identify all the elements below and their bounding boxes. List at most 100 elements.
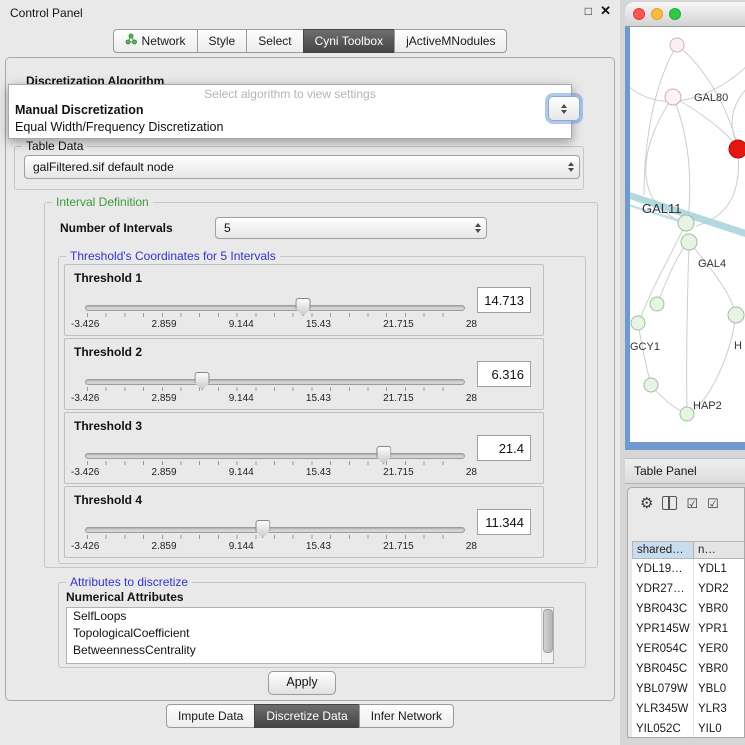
number-of-intervals-label: Number of Intervals [60, 221, 173, 235]
tab-discretize-data[interactable]: Discretize Data [254, 704, 359, 728]
slider-track[interactable] [85, 527, 465, 533]
network-node[interactable] [678, 215, 694, 231]
table-cell: YIL0 [694, 719, 745, 738]
zoom-traffic-light-icon[interactable] [669, 8, 681, 20]
slider-track[interactable] [85, 379, 465, 385]
list-scrollbar[interactable] [541, 608, 553, 663]
gear-icon[interactable]: ⚙ [640, 496, 653, 511]
tick-label: 2.859 [152, 393, 177, 404]
tick-label: 21.715 [383, 541, 414, 552]
tab-label: Cyni Toolbox [315, 30, 383, 52]
tab-label: Select [258, 30, 291, 52]
network-node[interactable] [644, 378, 658, 392]
table-row[interactable]: YDR27…YDR2 [632, 579, 745, 599]
numerical-attributes-label: Numerical Attributes [66, 590, 184, 604]
tab-cyni-toolbox[interactable]: Cyni Toolbox [303, 29, 395, 53]
threshold-slider[interactable]: -3.4262.8599.14415.4321.71528 [85, 445, 463, 481]
table-cell: YBR043C [632, 599, 694, 619]
close-icon[interactable]: ✕ [600, 3, 611, 19]
slider-track[interactable] [85, 453, 465, 459]
table-cell: YER054C [632, 639, 694, 659]
combo-arrows-icon [568, 162, 574, 172]
tick-label: 2.859 [152, 467, 177, 478]
table-data-combo[interactable]: galFiltered.sif default node [24, 155, 580, 179]
select-all-checkbox-icon[interactable]: ☑ [686, 497, 698, 510]
threshold-value-field[interactable] [477, 361, 531, 387]
slider-tick-labels: -3.4262.8599.14415.4321.71528 [71, 393, 477, 404]
tab-style[interactable]: Style [197, 29, 248, 53]
table-row[interactable]: YER054CYER0 [632, 639, 745, 659]
threshold-label: Threshold 1 [74, 271, 142, 285]
column-header-shared-name[interactable]: shared… [632, 541, 694, 559]
threshold-value-field[interactable] [477, 509, 531, 535]
network-canvas[interactable]: GAL80GAL11GAL4GCY1HHAP2 [630, 27, 745, 442]
threshold-panel-3: Threshold 3 -3.4262.8599.14415.4321.7152… [64, 412, 544, 484]
threshold-value-field[interactable] [477, 287, 531, 313]
slider-tickmarks [87, 535, 461, 539]
select-none-checkbox-icon[interactable]: ☑ [707, 497, 719, 510]
numeric-attributes-list[interactable]: SelfLoopsTopologicalCoefficientBetweenne… [66, 607, 554, 664]
threshold-slider[interactable]: -3.4262.8599.14415.4321.71528 [85, 519, 463, 555]
network-node[interactable] [670, 38, 684, 52]
table-row[interactable]: YIL052CYIL0 [632, 719, 745, 738]
tick-label: 28 [466, 467, 477, 478]
popup-option-equal-width-frequency[interactable]: Equal Width/Frequency Discretization [9, 119, 571, 136]
network-view-window[interactable]: GAL80GAL11GAL4GCY1HHAP2 [625, 2, 745, 450]
apply-button[interactable]: Apply [268, 671, 336, 695]
control-panel: Control Panel □ ✕ Network Style [0, 0, 620, 745]
network-node[interactable] [728, 307, 744, 323]
network-node[interactable] [681, 234, 697, 250]
table-toolbar: ⚙ ☑ ☑ [628, 488, 744, 518]
table-row[interactable]: YLR345WYLR3 [632, 699, 745, 719]
screen: Control Panel □ ✕ Network Style [0, 0, 745, 745]
column-header-name[interactable]: n… [694, 541, 745, 559]
tab-select[interactable]: Select [246, 29, 303, 53]
threshold-value-field[interactable] [477, 435, 531, 461]
attributes-group-title: Attributes to discretize [66, 575, 192, 589]
network-node[interactable] [665, 89, 681, 105]
tab-jactivemnodules[interactable]: jActiveMNodules [394, 29, 507, 53]
table-row[interactable]: YBR045CYBR0 [632, 659, 745, 679]
network-edge [657, 245, 686, 304]
tick-label: 28 [466, 319, 477, 330]
table-cell: YDR2 [694, 579, 745, 599]
bottom-tab-bar: Impute Data Discretize Data Infer Networ… [0, 704, 620, 728]
list-item[interactable]: TopologicalCoefficient [67, 625, 553, 642]
network-node[interactable] [729, 140, 745, 158]
network-node[interactable] [631, 316, 645, 330]
tick-label: 28 [466, 393, 477, 404]
table-row[interactable]: YPR145WYPR1 [632, 619, 745, 639]
tab-network[interactable]: Network [113, 29, 198, 53]
tab-impute-data[interactable]: Impute Data [166, 704, 255, 728]
table-cell: YLR3 [694, 699, 745, 719]
algorithm-popup: Select algorithm to view settings Manual… [8, 84, 572, 139]
table-cell: YDR27… [632, 579, 694, 599]
float-window-icon[interactable]: □ [585, 4, 592, 18]
scrollbar-thumb[interactable] [543, 609, 553, 653]
network-node[interactable] [680, 407, 694, 421]
table-row[interactable]: YBR043CYBR0 [632, 599, 745, 619]
popup-placeholder: Select algorithm to view settings [9, 87, 571, 102]
columns-icon[interactable] [662, 496, 677, 510]
popup-option-manual-discretization[interactable]: Manual Discretization [9, 102, 571, 119]
slider-track[interactable] [85, 305, 465, 311]
list-item[interactable]: BetweennessCentrality [67, 642, 553, 659]
minimize-traffic-light-icon[interactable] [651, 8, 663, 20]
network-edge [696, 149, 739, 226]
threshold-panel-4: Threshold 4 -3.4262.8599.14415.4321.7152… [64, 486, 544, 558]
network-node[interactable] [650, 297, 664, 311]
table-row[interactable]: YDL19…YDL1 [632, 559, 745, 579]
tick-label: 15.43 [306, 467, 331, 478]
algorithm-combo[interactable] [548, 96, 580, 121]
number-of-intervals-combo[interactable]: 5 [215, 217, 487, 239]
close-traffic-light-icon[interactable] [633, 8, 645, 20]
table-row[interactable]: YBL079WYBL0 [632, 679, 745, 699]
list-item[interactable]: SelfLoops [67, 608, 553, 625]
threshold-slider[interactable]: -3.4262.8599.14415.4321.71528 [85, 371, 463, 407]
threshold-label: Threshold 4 [74, 493, 142, 507]
table-cell: YPR1 [694, 619, 745, 639]
threshold-slider[interactable]: -3.4262.8599.14415.4321.71528 [85, 297, 463, 333]
tab-infer-network[interactable]: Infer Network [359, 704, 454, 728]
network-window-titlebar[interactable] [625, 2, 745, 27]
tick-label: 21.715 [383, 467, 414, 478]
